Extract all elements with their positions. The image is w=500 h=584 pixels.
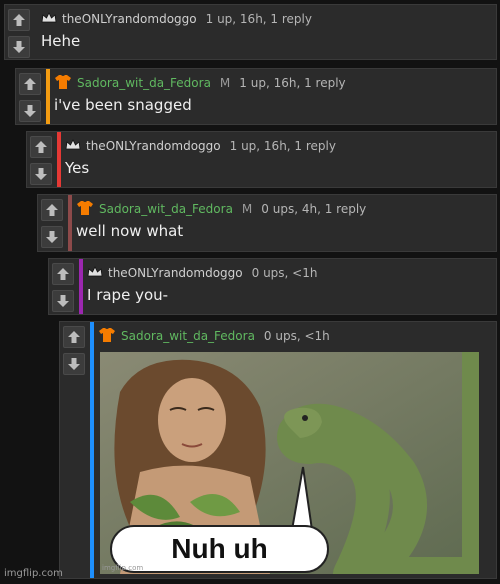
- upvote-button[interactable]: [41, 199, 63, 221]
- comment-text: Yes: [65, 159, 90, 177]
- upvote-button[interactable]: [19, 73, 41, 95]
- image-watermark: imgflip.com: [102, 564, 144, 572]
- downvote-button[interactable]: [19, 100, 41, 122]
- downvote-button[interactable]: [52, 290, 74, 312]
- upvote-button[interactable]: [63, 326, 85, 348]
- orange-tshirt-icon: [54, 74, 72, 93]
- orange-tshirt-icon: [98, 327, 116, 346]
- site-watermark: imgflip.com: [4, 568, 63, 579]
- arrow-down-icon: [35, 168, 47, 180]
- comment-stats: 1 up, 16h, 1 reply: [239, 76, 346, 90]
- comment-meta: theONLYrandomdoggo 1 up, 16h, 1 reply: [65, 138, 336, 154]
- comment: theONLYrandomdoggo 0 ups, <1h I rape you…: [48, 258, 497, 315]
- username-link[interactable]: theONLYrandomdoggo: [62, 12, 197, 26]
- username-link[interactable]: theONLYrandomdoggo: [108, 266, 243, 280]
- crown-icon: [41, 11, 57, 27]
- comment-meta: theONLYrandomdoggo 0 ups, <1h: [87, 265, 317, 281]
- username-link[interactable]: Sadora_wit_da_Fedora: [77, 76, 211, 90]
- upvote-button[interactable]: [30, 136, 52, 158]
- comment-stats: 1 up, 16h, 1 reply: [205, 12, 312, 26]
- comment-text: well now what: [76, 222, 184, 240]
- arrow-up-icon: [13, 14, 25, 26]
- arrow-down-icon: [57, 295, 69, 307]
- upvote-button[interactable]: [8, 9, 30, 31]
- arrow-up-icon: [35, 141, 47, 153]
- comment-stats: 0 ups, <1h: [251, 266, 318, 280]
- comment: Sadora_wit_da_Fedora M 1 up, 16h, 1 repl…: [15, 68, 497, 125]
- vote-controls: [5, 5, 33, 59]
- vote-controls: [49, 259, 77, 314]
- comment-text: I rape you-: [87, 286, 169, 304]
- mod-badge: M: [241, 202, 253, 216]
- comment-meta: theONLYrandomdoggo 1 up, 16h, 1 reply: [41, 11, 312, 27]
- comment-meta: Sadora_wit_da_Fedora 0 ups, <1h: [98, 327, 330, 346]
- orange-tshirt-icon: [76, 200, 94, 219]
- comment-text: Hehe: [41, 32, 81, 50]
- thread-depth-bar: [79, 259, 83, 314]
- username-link[interactable]: Sadora_wit_da_Fedora: [121, 329, 255, 343]
- vote-controls: [60, 322, 88, 578]
- downvote-button[interactable]: [8, 36, 30, 58]
- comment-meta: Sadora_wit_da_Fedora M 1 up, 16h, 1 repl…: [54, 74, 346, 93]
- comment-stats: 1 up, 16h, 1 reply: [229, 139, 336, 153]
- username-link[interactable]: theONLYrandomdoggo: [86, 139, 221, 153]
- arrow-down-icon: [13, 41, 25, 53]
- downvote-button[interactable]: [63, 353, 85, 375]
- arrow-down-icon: [24, 105, 36, 117]
- comment: Sadora_wit_da_Fedora M 0 ups, 4h, 1 repl…: [37, 194, 497, 252]
- upvote-button[interactable]: [52, 263, 74, 285]
- arrow-up-icon: [46, 204, 58, 216]
- thread-depth-bar: [90, 322, 94, 578]
- comment: theONLYrandomdoggo 1 up, 16h, 1 reply Ye…: [26, 131, 497, 188]
- thread-depth-bar: [57, 132, 61, 187]
- arrow-down-icon: [46, 231, 58, 243]
- arrow-down-icon: [68, 358, 80, 370]
- comment-meta: Sadora_wit_da_Fedora M 0 ups, 4h, 1 repl…: [76, 200, 367, 219]
- comment: theONLYrandomdoggo 1 up, 16h, 1 reply He…: [4, 4, 497, 60]
- meme-image[interactable]: Nuh uh imgflip.com: [100, 352, 479, 574]
- arrow-up-icon: [68, 331, 80, 343]
- comment-stats: 0 ups, 4h, 1 reply: [261, 202, 367, 216]
- vote-controls: [38, 195, 66, 251]
- downvote-button[interactable]: [30, 163, 52, 185]
- comment-stats: 0 ups, <1h: [263, 329, 330, 343]
- arrow-up-icon: [24, 78, 36, 90]
- crown-icon: [65, 138, 81, 154]
- arrow-up-icon: [57, 268, 69, 280]
- thread-depth-bar: [46, 69, 50, 124]
- comment: Sadora_wit_da_Fedora 0 ups, <1h Nuh uh i…: [59, 321, 497, 579]
- downvote-button[interactable]: [41, 226, 63, 248]
- thread-depth-bar: [68, 195, 72, 251]
- crown-icon: [87, 265, 103, 281]
- username-link[interactable]: Sadora_wit_da_Fedora: [99, 202, 233, 216]
- mod-badge: M: [219, 76, 231, 90]
- vote-controls: [27, 132, 55, 187]
- vote-controls: [16, 69, 44, 124]
- comment-text: i've been snagged: [54, 96, 192, 114]
